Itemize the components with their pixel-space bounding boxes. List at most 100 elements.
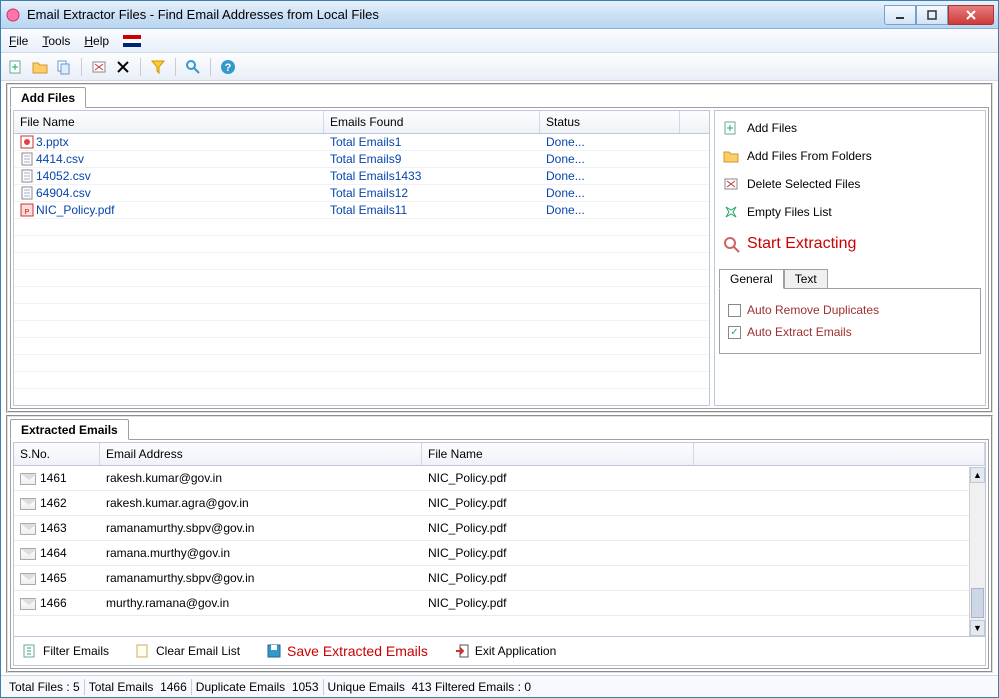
status-duplicate-emails: Duplicate Emails 1053 <box>192 679 324 695</box>
recycle-icon <box>723 204 739 220</box>
clear-icon[interactable] <box>114 58 132 76</box>
emails-rows[interactable]: 1461rakesh.kumar@gov.inNIC_Policy.pdf146… <box>14 466 985 636</box>
scrollbar[interactable]: ▲ ▼ <box>969 467 985 636</box>
table-row-empty <box>14 338 709 355</box>
table-row[interactable]: 1466murthy.ramana@gov.inNIC_Policy.pdf <box>14 591 985 616</box>
emails-grid-header: S.No. Email Address File Name <box>14 443 985 466</box>
side-add-folders-button[interactable]: Add Files From Folders <box>719 143 981 169</box>
menu-file[interactable]: File <box>9 34 28 48</box>
save-emails-label: Save Extracted Emails <box>287 643 428 659</box>
envelope-icon <box>20 523 36 535</box>
add-files-icon[interactable] <box>7 58 25 76</box>
status-unique-emails: Unique Emails 413 Filtered Emails : 0 <box>324 679 535 695</box>
col-header-email[interactable]: Email Address <box>100 443 422 465</box>
table-row[interactable]: 1463ramanamurthy.sbpv@gov.inNIC_Policy.p… <box>14 516 985 541</box>
close-button[interactable] <box>948 5 994 25</box>
tab-extracted-emails[interactable]: Extracted Emails <box>10 419 129 440</box>
start-extracting-label: Start Extracting <box>747 235 856 253</box>
save-emails-button[interactable]: Save Extracted Emails <box>262 641 432 661</box>
filter-icon <box>22 643 38 659</box>
table-row[interactable]: 14052.csvTotal Emails1433Done... <box>14 168 709 185</box>
tab-general[interactable]: General <box>719 269 784 289</box>
separator <box>81 58 82 76</box>
clear-icon <box>135 643 151 659</box>
table-row[interactable]: 1461rakesh.kumar@gov.inNIC_Policy.pdf <box>14 466 985 491</box>
extracted-emails-panel: Extracted Emails S.No. Email Address Fil… <box>6 415 993 673</box>
table-row-empty <box>14 287 709 304</box>
col-header-sno[interactable]: S.No. <box>14 443 100 465</box>
filter-emails-button[interactable]: Filter Emails <box>18 641 113 661</box>
separator <box>210 58 211 76</box>
flag-icon[interactable] <box>123 35 141 47</box>
col-header-status[interactable]: Status <box>540 111 680 133</box>
col-header-filename[interactable]: File Name <box>422 443 694 465</box>
auto-extract-checkbox[interactable]: ✓ Auto Extract Emails <box>728 321 972 343</box>
side-empty-button[interactable]: Empty Files List <box>719 199 981 225</box>
auto-remove-dup-label: Auto Remove Duplicates <box>747 303 879 317</box>
help-icon[interactable]: ? <box>219 58 237 76</box>
menu-help[interactable]: Help <box>84 34 109 48</box>
tab-add-files[interactable]: Add Files <box>10 87 86 108</box>
table-row-empty <box>14 219 709 236</box>
folder-icon <box>723 148 739 164</box>
envelope-icon <box>20 473 36 485</box>
search-icon <box>723 236 739 252</box>
scroll-down-button[interactable]: ▼ <box>970 620 985 636</box>
table-row-empty <box>14 253 709 270</box>
side-delete-label: Delete Selected Files <box>747 177 860 191</box>
side-delete-button[interactable]: Delete Selected Files <box>719 171 981 197</box>
app-icon <box>5 7 21 23</box>
files-rows[interactable]: 3.pptxTotal Emails1Done...4414.csvTotal … <box>14 134 709 405</box>
search-icon[interactable] <box>184 58 202 76</box>
auto-remove-dup-checkbox[interactable]: Auto Remove Duplicates <box>728 299 972 321</box>
auto-extract-label: Auto Extract Emails <box>747 325 852 339</box>
table-row[interactable]: PNIC_Policy.pdfTotal Emails11Done... <box>14 202 709 219</box>
tab-text[interactable]: Text <box>784 269 828 289</box>
menu-tools[interactable]: Tools <box>42 34 70 48</box>
side-add-files-label: Add Files <box>747 121 797 135</box>
minimize-button[interactable] <box>884 5 916 25</box>
checkbox-checked-icon: ✓ <box>728 326 741 339</box>
table-row[interactable]: 3.pptxTotal Emails1Done... <box>14 134 709 151</box>
table-row-empty <box>14 270 709 287</box>
save-icon <box>266 643 282 659</box>
clear-list-button[interactable]: Clear Email List <box>131 641 244 661</box>
side-add-files-button[interactable]: Add Files <box>719 115 981 141</box>
svg-text:P: P <box>25 209 30 216</box>
table-row[interactable]: 64904.csvTotal Emails12Done... <box>14 185 709 202</box>
menubar: File Tools Help <box>1 29 998 53</box>
window-title: Email Extractor Files - Find Email Addre… <box>27 7 884 22</box>
table-row-empty <box>14 236 709 253</box>
exit-button[interactable]: Exit Application <box>450 641 560 661</box>
file-type-icon <box>20 186 34 200</box>
table-row[interactable]: 4414.csvTotal Emails9Done... <box>14 151 709 168</box>
scroll-thumb[interactable] <box>971 588 984 618</box>
status-total-files: Total Files : 5 <box>5 679 85 695</box>
action-bar: Filter Emails Clear Email List Save Extr… <box>13 637 986 666</box>
filter-icon[interactable] <box>149 58 167 76</box>
copy-icon[interactable] <box>55 58 73 76</box>
separator <box>140 58 141 76</box>
table-row[interactable]: 1462rakesh.kumar.agra@gov.inNIC_Policy.p… <box>14 491 985 516</box>
add-files-panel: Add Files File Name Emails Found Status … <box>6 83 993 413</box>
separator <box>175 58 176 76</box>
svg-text:?: ? <box>225 62 232 74</box>
filter-emails-label: Filter Emails <box>43 644 109 658</box>
emails-grid: S.No. Email Address File Name 1461rakesh… <box>13 442 986 637</box>
app-window: Email Extractor Files - Find Email Addre… <box>0 0 999 698</box>
maximize-button[interactable] <box>916 5 948 25</box>
start-extracting-button[interactable]: Start Extracting <box>719 227 981 261</box>
add-folder-icon[interactable] <box>31 58 49 76</box>
table-row-empty <box>14 372 709 389</box>
file-type-icon: P <box>20 203 34 217</box>
table-row[interactable]: 1464ramana.murthy@gov.inNIC_Policy.pdf <box>14 541 985 566</box>
delete-icon <box>723 176 739 192</box>
window-controls <box>884 5 994 25</box>
delete-icon[interactable] <box>90 58 108 76</box>
col-header-filename[interactable]: File Name <box>14 111 324 133</box>
checkbox-icon <box>728 304 741 317</box>
col-header-emails[interactable]: Emails Found <box>324 111 540 133</box>
envelope-icon <box>20 498 36 510</box>
scroll-up-button[interactable]: ▲ <box>970 467 985 483</box>
table-row[interactable]: 1465ramanamurthy.sbpv@gov.inNIC_Policy.p… <box>14 566 985 591</box>
